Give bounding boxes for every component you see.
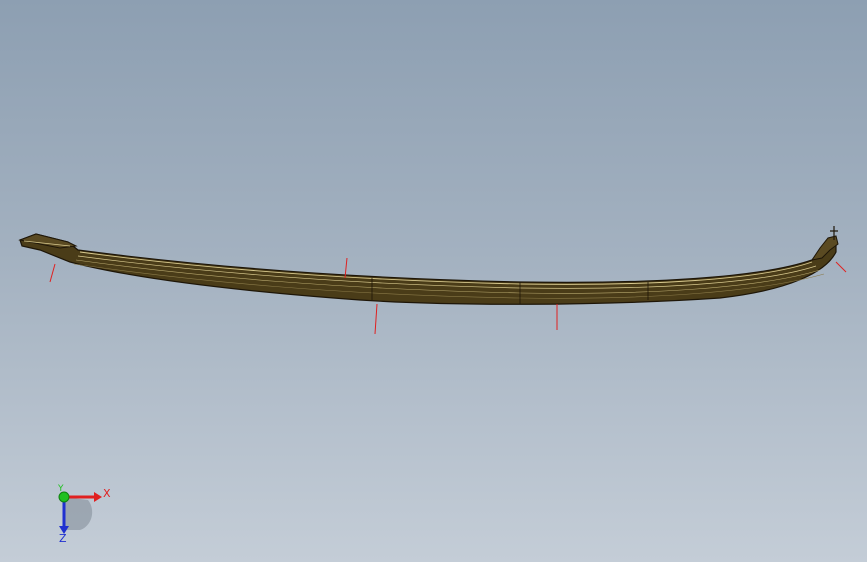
orientation-triad[interactable] (58, 491, 102, 534)
triad-shadow (64, 497, 93, 530)
triad-x-arrow (94, 492, 102, 502)
feature-marker-1[interactable] (49, 263, 56, 283)
feature-marker-5[interactable] (835, 261, 847, 273)
feature-marker-3[interactable] (374, 303, 378, 335)
graphics-viewport[interactable]: X Y Z (0, 0, 867, 562)
leaf-spring-model[interactable] (18, 226, 839, 305)
spring-main-body[interactable] (19, 233, 837, 305)
triad-x-label: X (103, 487, 111, 500)
triad-y-label: Y (58, 484, 64, 494)
triad-z-label: Z (59, 532, 67, 545)
model-view[interactable] (0, 0, 867, 562)
